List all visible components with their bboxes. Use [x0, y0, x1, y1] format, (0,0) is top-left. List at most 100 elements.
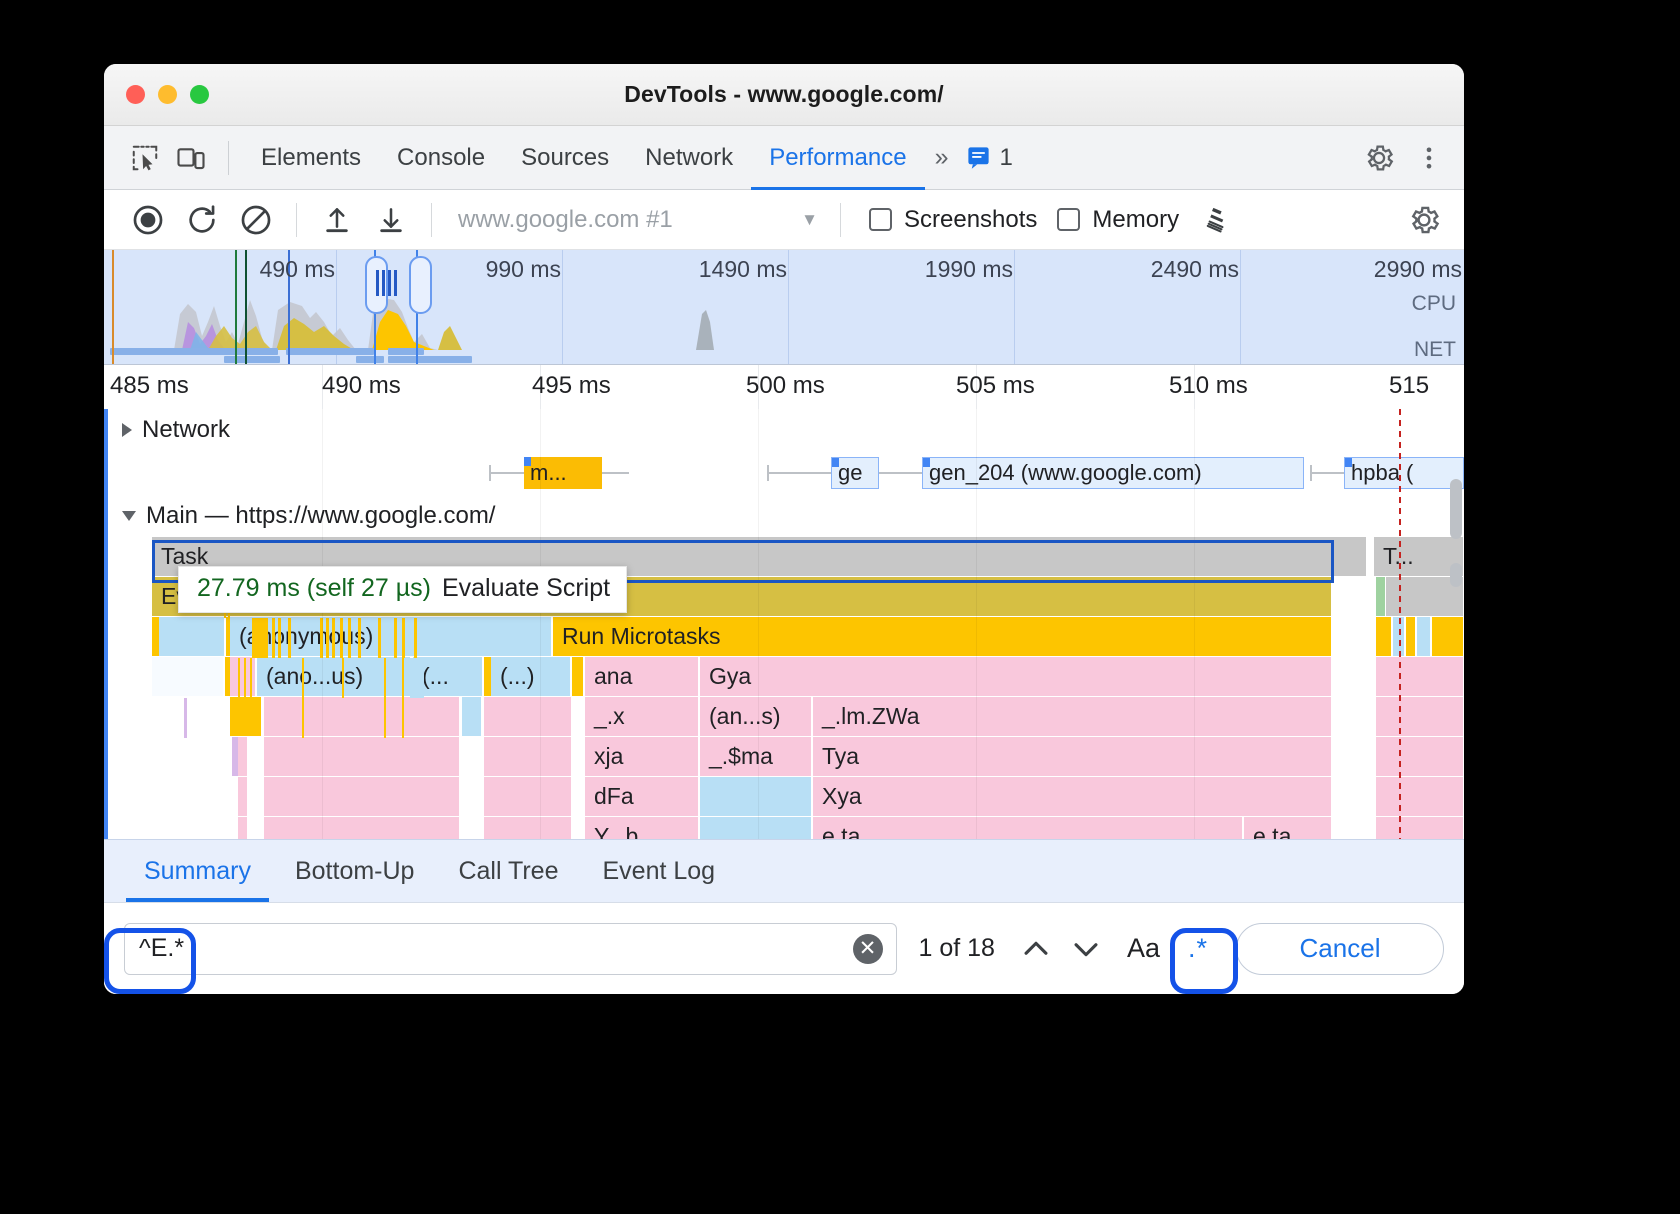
flame-bar[interactable]	[230, 657, 256, 696]
flame-bar[interactable]: e.ta	[813, 817, 1243, 839]
flame-bar[interactable]: e.ta	[1244, 817, 1332, 839]
network-event[interactable]: ge	[831, 457, 879, 489]
flame-bar[interactable]	[484, 777, 572, 816]
flame-bar[interactable]	[484, 737, 572, 776]
memory-checkbox[interactable]: Memory	[1043, 206, 1183, 234]
checkbox-box[interactable]	[1057, 208, 1080, 231]
tab-performance[interactable]: Performance	[751, 126, 924, 190]
flame-bar[interactable]	[230, 697, 262, 736]
flame-bar[interactable]: Tya	[813, 737, 1332, 776]
clear-search-icon[interactable]: ✕	[853, 934, 883, 964]
collect-garbage-icon[interactable]	[1191, 194, 1243, 246]
flame-bar[interactable]	[1417, 617, 1431, 656]
track-header-main[interactable]: Main — https://www.google.com/	[104, 495, 1464, 537]
ruler-tick: 510 ms	[1169, 372, 1248, 400]
flame-bar[interactable]: (ano...us)	[257, 657, 411, 696]
flame-bar[interactable]	[700, 777, 812, 816]
gear-icon[interactable]	[1356, 135, 1402, 181]
flame-bar[interactable]: dFa	[585, 777, 699, 816]
device-toolbar-icon[interactable]	[168, 135, 214, 181]
toolbar-divider	[431, 203, 432, 237]
overview-marker	[245, 250, 247, 364]
flame-bar[interactable]: (anonymous)	[230, 617, 552, 656]
cancel-button[interactable]: Cancel	[1236, 923, 1444, 975]
record-icon[interactable]	[122, 194, 174, 246]
flame-bar[interactable]: ana	[585, 657, 699, 696]
tab-sources[interactable]: Sources	[503, 126, 627, 190]
use-regex-button[interactable]: .*	[1176, 926, 1220, 972]
flame-bar[interactable]	[264, 737, 460, 776]
flame-bar[interactable]: Y...b	[585, 817, 699, 839]
more-tabs-icon[interactable]: »	[925, 143, 956, 172]
flame-bar[interactable]: (...	[413, 657, 483, 696]
flame-bar[interactable]	[152, 657, 224, 696]
issues-icon	[965, 144, 992, 171]
upload-profile-icon[interactable]	[311, 194, 363, 246]
search-prev-button[interactable]	[1011, 924, 1061, 974]
tab-event-log[interactable]: Event Log	[585, 840, 734, 902]
flame-bar[interactable]	[264, 697, 460, 736]
flame-bar[interactable]: (...)	[491, 657, 571, 696]
session-selector[interactable]: www.google.com #1 ▼	[446, 206, 826, 234]
flame-bar[interactable]	[264, 777, 460, 816]
flame-bar[interactable]	[238, 817, 248, 839]
flame-bar[interactable]	[264, 817, 460, 839]
clear-icon[interactable]	[230, 194, 282, 246]
chevron-down-icon[interactable]	[122, 511, 136, 521]
tab-console[interactable]: Console	[379, 126, 503, 190]
screenshots-checkbox[interactable]: Screenshots	[855, 206, 1041, 234]
flame-row: xja _.$ma Tya	[152, 737, 1464, 777]
overview-selection-grip[interactable]	[376, 270, 397, 296]
flame-bar[interactable]	[572, 657, 584, 696]
match-case-button[interactable]: Aa	[1111, 933, 1176, 964]
track-header-network[interactable]: Network	[104, 409, 1464, 451]
flame-bar[interactable]: _.$ma	[700, 737, 812, 776]
chevron-right-icon[interactable]	[122, 423, 132, 437]
tab-network[interactable]: Network	[627, 126, 751, 190]
flame-chart[interactable]: 485 ms 490 ms 495 ms 500 ms 505 ms 510 m…	[104, 365, 1464, 839]
scrollbar-thumb[interactable]	[1450, 479, 1462, 539]
issues-counter[interactable]: 1	[955, 144, 1022, 172]
flame-bar[interactable]	[159, 617, 225, 656]
flame-bar[interactable]: Run Microtasks	[553, 617, 1332, 656]
network-event[interactable]: m...	[524, 457, 602, 489]
memory-label: Memory	[1092, 206, 1179, 234]
tab-bottom-up[interactable]: Bottom-Up	[277, 840, 432, 902]
network-event[interactable]: gen_204 (www.google.com)	[922, 457, 1304, 489]
flame-bar[interactable]	[1406, 617, 1416, 656]
capture-settings-icon[interactable]	[1398, 194, 1450, 246]
flame-bar[interactable]	[238, 777, 248, 816]
flame-scrollbar[interactable]	[1450, 411, 1462, 835]
flame-bar[interactable]	[484, 817, 572, 839]
tab-summary[interactable]: Summary	[126, 840, 269, 902]
network-event[interactable]: hpba (	[1344, 457, 1464, 489]
toolbar-divider	[296, 203, 297, 237]
tab-call-tree[interactable]: Call Tree	[440, 840, 576, 902]
tab-elements[interactable]: Elements	[243, 126, 379, 190]
flame-bar[interactable]	[238, 737, 248, 776]
flame-bar[interactable]: Gya	[700, 657, 1332, 696]
flame-bar[interactable]: _.lm.ZWa	[813, 697, 1332, 736]
chevron-down-icon[interactable]: ▼	[801, 210, 826, 230]
reload-record-icon[interactable]	[176, 194, 228, 246]
scrollbar-thumb-secondary[interactable]	[1450, 563, 1462, 587]
flame-bar[interactable]	[700, 817, 812, 839]
network-event-label: gen_204 (www.google.com)	[929, 460, 1202, 486]
overview-selection-handle-right[interactable]	[409, 256, 432, 314]
flame-bar[interactable]	[484, 697, 572, 736]
search-input[interactable]	[124, 923, 897, 975]
inspect-icon[interactable]	[122, 135, 168, 181]
search-next-button[interactable]	[1061, 924, 1111, 974]
flame-bar[interactable]: _.x	[585, 697, 699, 736]
flame-bar[interactable]	[1376, 577, 1386, 616]
download-profile-icon[interactable]	[365, 194, 417, 246]
event-tooltip: 27.79 ms (self 27 µs)Evaluate Script	[178, 566, 627, 613]
flame-bar[interactable]: xja	[585, 737, 699, 776]
flame-bar[interactable]: Xya	[813, 777, 1332, 816]
checkbox-box[interactable]	[869, 208, 892, 231]
flame-bar[interactable]	[1376, 617, 1392, 656]
timeline-overview[interactable]: 490 ms 990 ms 1490 ms 1990 ms 2490 ms 29…	[104, 250, 1464, 365]
flame-bar[interactable]	[462, 697, 482, 736]
kebab-icon[interactable]	[1406, 135, 1452, 181]
flame-bar[interactable]: (an...s)	[700, 697, 812, 736]
